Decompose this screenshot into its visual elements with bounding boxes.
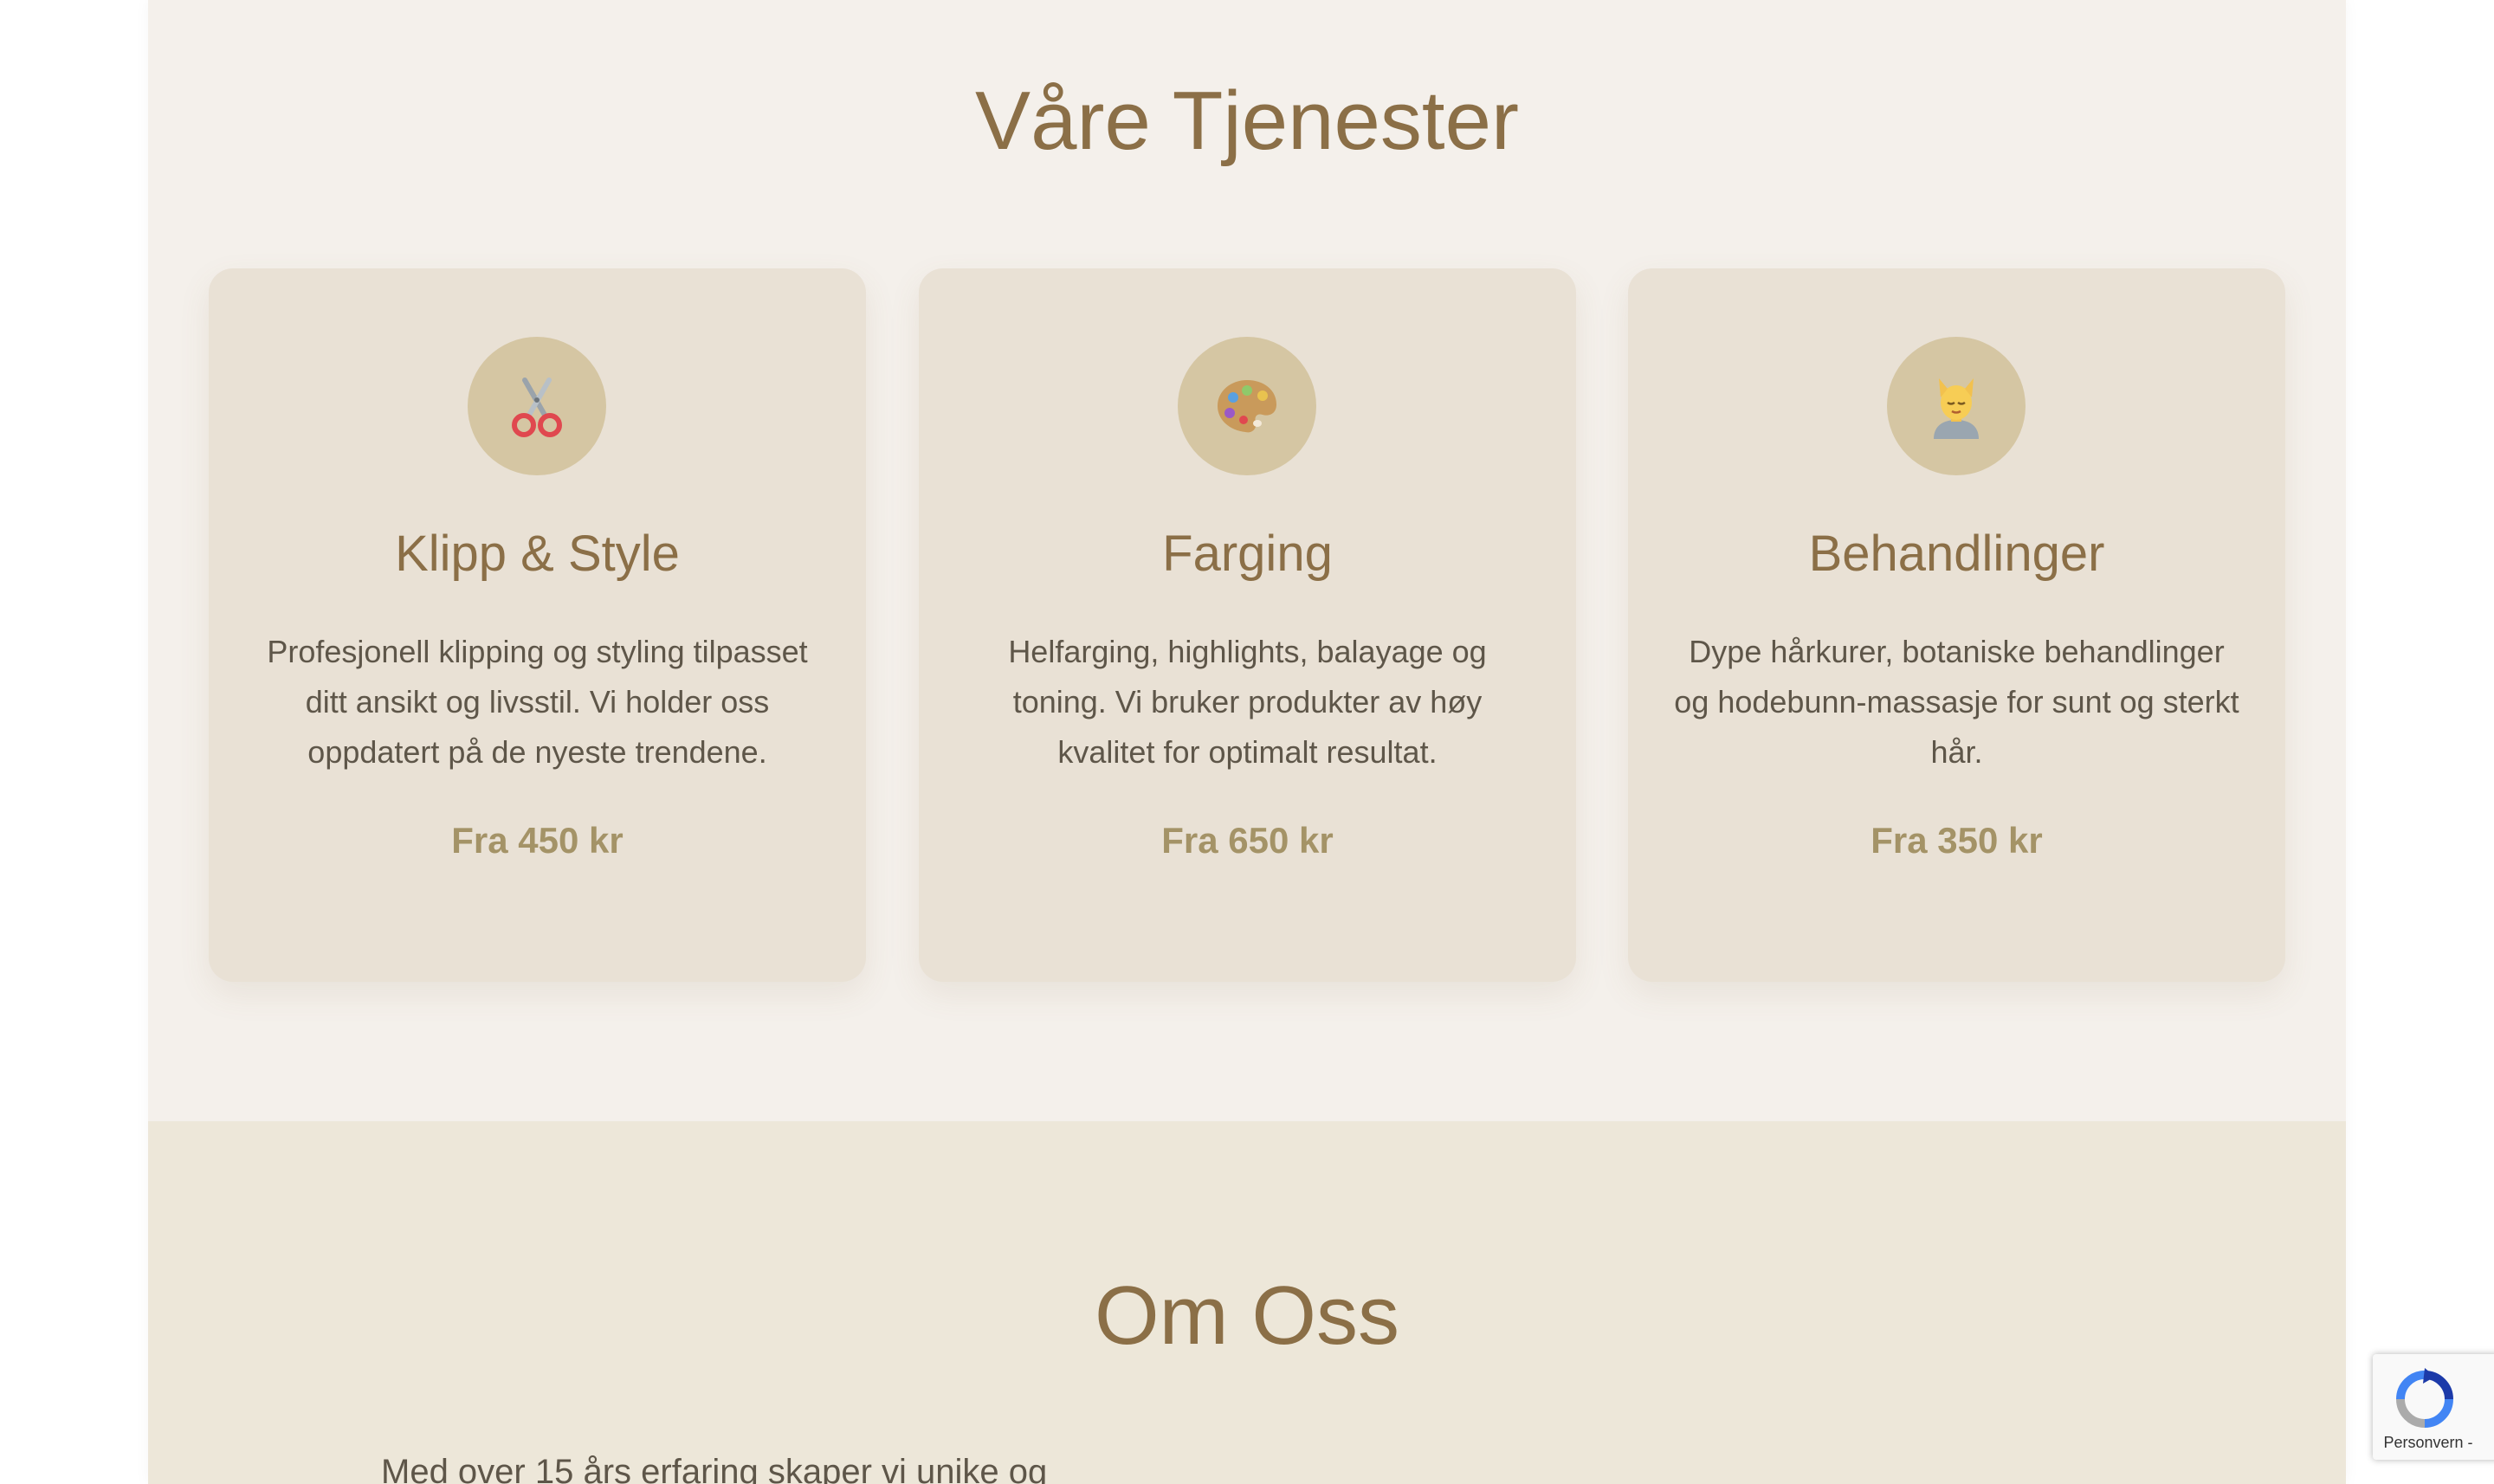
service-card-behandlinger: Behandlinger Dype hårkurer, botaniske be…	[1628, 268, 2285, 982]
services-title: Våre Tjenester	[975, 74, 1519, 167]
service-description: Profesjonell klipping og styling tilpass…	[267, 634, 808, 770]
recaptcha-badge[interactable]: Personvern -	[2373, 1354, 2494, 1460]
service-description: Helfarging, highlights, balayage og toni…	[1008, 634, 1487, 770]
services-section: Våre Tjenester Klipp & Style Profesjonel…	[148, 0, 2346, 1121]
service-title: Farging	[1162, 526, 1333, 582]
service-price: Fra 450 kr	[451, 820, 624, 861]
service-card-farging: Farging Helfarging, highlights, balayage…	[919, 268, 1576, 982]
service-title: Behandlinger	[1808, 526, 2105, 582]
about-title: Om Oss	[1095, 1269, 1399, 1362]
service-price: Fra 650 kr	[1161, 820, 1334, 861]
service-card-klipp: Klipp & Style Profesjonell klipping og s…	[209, 268, 866, 982]
page: Våre Tjenester Klipp & Style Profesjonel…	[0, 0, 2494, 1484]
service-description: Dype hårkurer, botaniske behandlinger og…	[1674, 634, 2239, 770]
service-title: Klipp & Style	[395, 526, 680, 582]
about-section: Om Oss Med over 15 års erfaring skaper v…	[148, 1121, 2346, 1484]
face-massage-icon	[1887, 337, 2026, 475]
recaptcha-icon	[2396, 1368, 2453, 1428]
recaptcha-privacy-link[interactable]: Personvern -	[2373, 1434, 2484, 1451]
main-container: Våre Tjenester Klipp & Style Profesjonel…	[148, 0, 2346, 1484]
service-price: Fra 350 kr	[1870, 820, 2043, 861]
palette-icon	[1178, 337, 1316, 475]
scissors-icon	[468, 337, 606, 475]
about-text: Med over 15 års erfaring skaper vi unike…	[381, 1453, 1048, 1484]
